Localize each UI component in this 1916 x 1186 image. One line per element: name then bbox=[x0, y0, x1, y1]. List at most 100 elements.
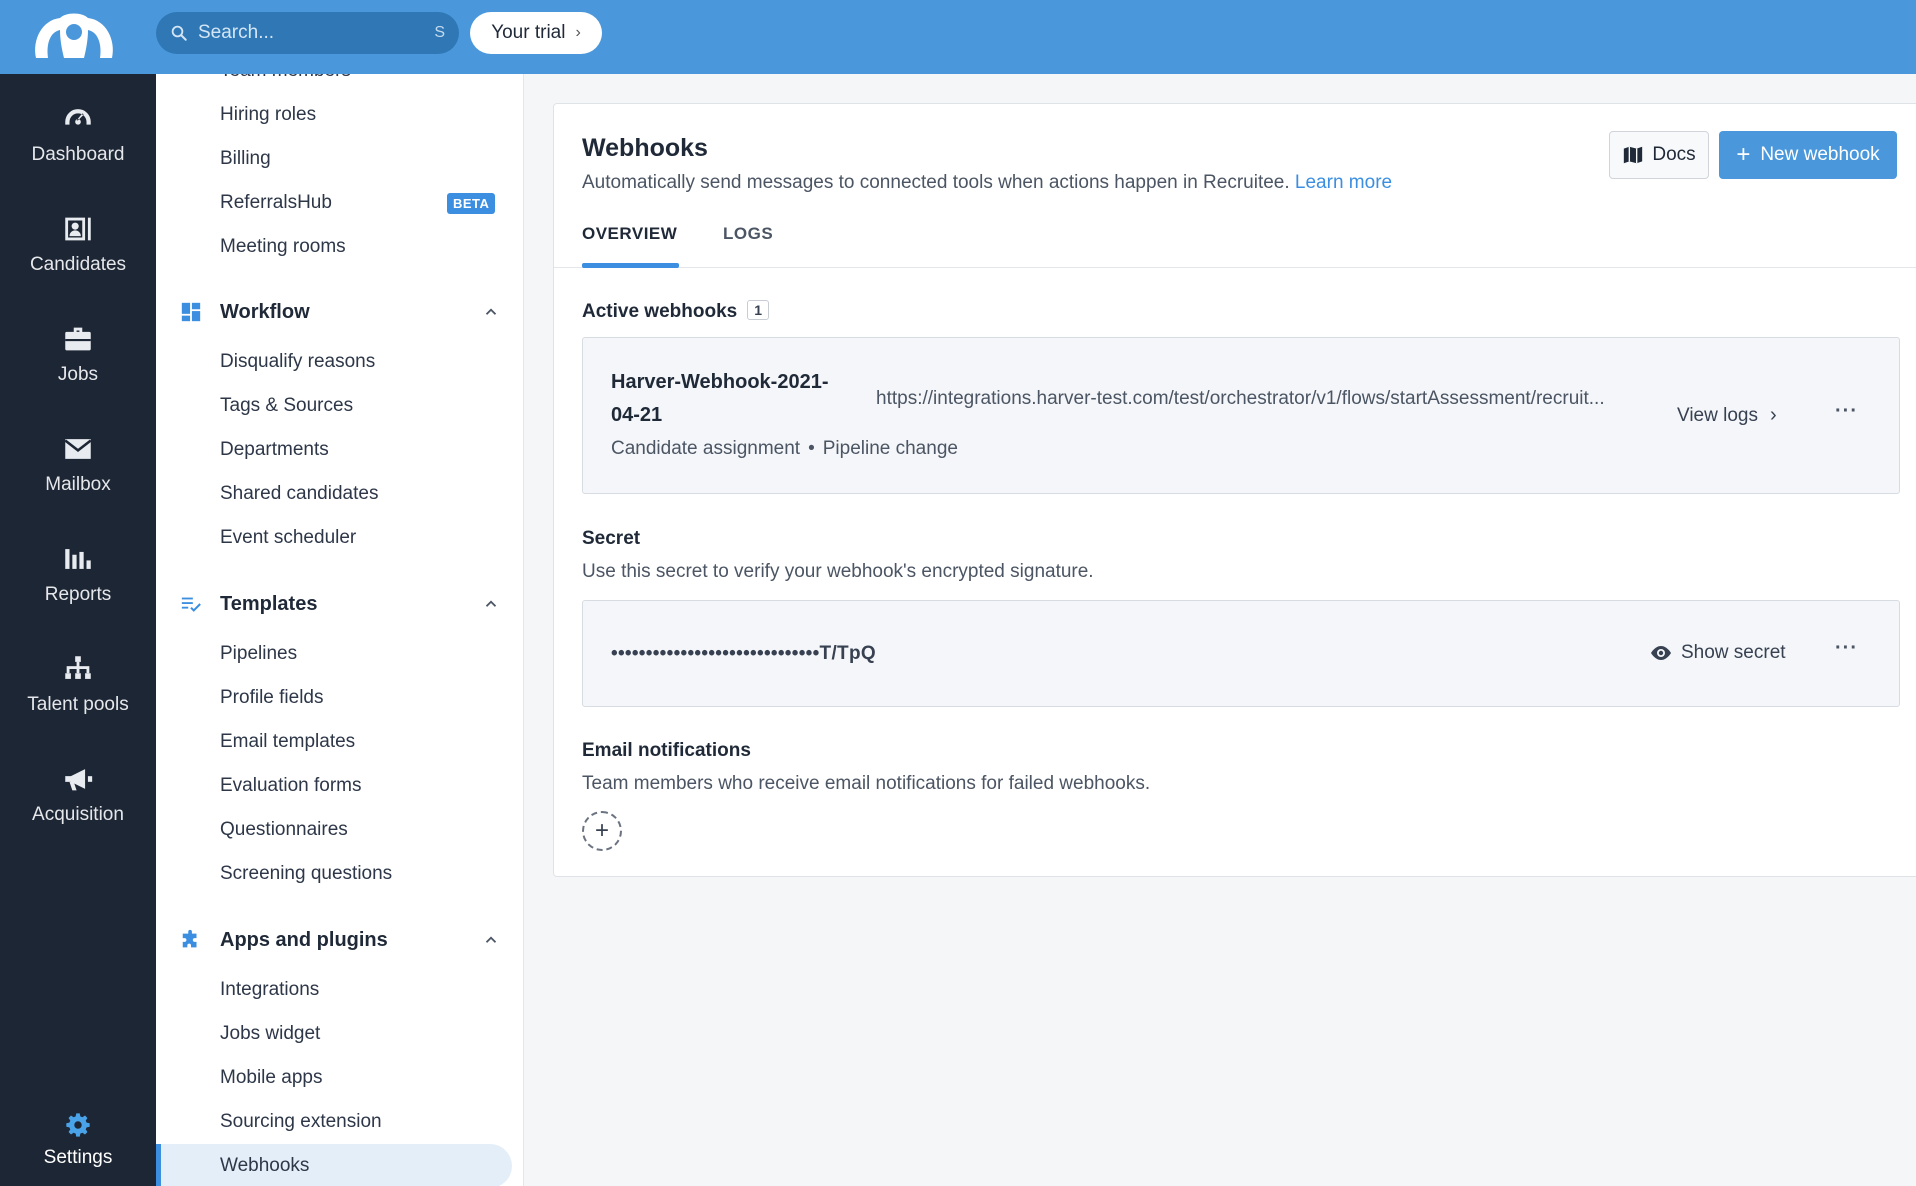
tab-logs[interactable]: LOGS bbox=[723, 224, 773, 244]
envelope-icon bbox=[64, 439, 92, 459]
chevron-up-icon[interactable] bbox=[482, 931, 500, 949]
gauge-icon bbox=[65, 109, 91, 125]
sidebar-item-mobile-apps[interactable]: Mobile apps bbox=[220, 1067, 322, 1089]
sidebar-item-sourcing-extension[interactable]: Sourcing extension bbox=[220, 1111, 382, 1133]
nav-label: Dashboard bbox=[31, 144, 125, 165]
view-logs-link[interactable]: View logs › bbox=[1677, 404, 1777, 427]
view-logs-label: View logs bbox=[1677, 404, 1758, 426]
sidebar-item-evaluation-forms[interactable]: Evaluation forms bbox=[220, 775, 362, 797]
sidebar-active-highlight bbox=[156, 1144, 512, 1186]
sidebar-item-referralshub[interactable]: ReferralsHub bbox=[220, 192, 332, 214]
nav-item-acquisition[interactable]: Acquisition bbox=[0, 744, 156, 844]
nav-item-mailbox[interactable]: Mailbox bbox=[0, 414, 156, 514]
contact-card-icon bbox=[65, 217, 91, 241]
chevron-up-icon[interactable] bbox=[482, 595, 500, 613]
your-trial-label: Your trial bbox=[491, 22, 566, 43]
sidebar-item-email-templates[interactable]: Email templates bbox=[220, 731, 355, 753]
bar-chart-icon bbox=[65, 549, 91, 569]
learn-more-link[interactable]: Learn more bbox=[1295, 172, 1392, 193]
sidebar-section-apps-plugins[interactable]: Apps and plugins bbox=[180, 925, 500, 955]
nav-label: Reports bbox=[44, 584, 112, 605]
gear-icon bbox=[66, 1113, 90, 1137]
sidebar-item-departments[interactable]: Departments bbox=[220, 439, 329, 461]
sidebar-item-pipelines[interactable]: Pipelines bbox=[220, 643, 297, 665]
sidebar-item-tags-sources[interactable]: Tags & Sources bbox=[220, 395, 353, 417]
page-title: Webhooks bbox=[582, 134, 708, 162]
sidebar-section-templates[interactable]: Templates bbox=[180, 589, 500, 619]
nav-item-settings[interactable]: Settings bbox=[0, 1090, 156, 1186]
sidebar-item-meeting-rooms[interactable]: Meeting rooms bbox=[220, 236, 346, 258]
webhooks-panel: Webhooks Automatically send messages to … bbox=[553, 103, 1916, 877]
active-webhooks-title: Active webhooks bbox=[582, 301, 738, 322]
webhook-url: https://integrations.harver-test.com/tes… bbox=[876, 388, 1605, 409]
page-subtitle: Automatically send messages to connected… bbox=[582, 172, 1392, 194]
book-map-icon bbox=[1624, 146, 1643, 164]
tab-bar: OVERVIEW LOGS bbox=[554, 216, 1916, 268]
nav-item-dashboard[interactable]: Dashboard bbox=[0, 84, 156, 184]
webhook-name: Harver-Webhook-2021-04-21 bbox=[611, 371, 829, 426]
sidebar-item-billing[interactable]: Billing bbox=[220, 148, 271, 170]
sidebar-item-disqualify-reasons[interactable]: Disqualify reasons bbox=[220, 351, 375, 373]
search-box[interactable]: Search... S bbox=[156, 12, 459, 54]
puzzle-piece-icon bbox=[182, 929, 197, 948]
chevron-right-icon: › bbox=[1769, 404, 1777, 426]
megaphone-icon bbox=[65, 769, 93, 791]
org-chart-icon bbox=[65, 656, 91, 679]
nav-label: Jobs bbox=[57, 364, 99, 385]
docs-button[interactable]: Docs bbox=[1609, 131, 1709, 179]
nav-item-jobs[interactable]: Jobs bbox=[0, 304, 156, 404]
nav-label: Candidates bbox=[29, 254, 127, 275]
email-notifications-heading: Email notifications bbox=[582, 740, 751, 761]
settings-sidebar: Team members Hiring roles Billing Referr… bbox=[156, 74, 524, 1186]
top-bar: Search... S Your trial › bbox=[0, 0, 1916, 74]
recruitee-logo[interactable] bbox=[28, 6, 120, 68]
webhook-event: Candidate assignment bbox=[611, 438, 801, 459]
sidebar-item-hiring-roles[interactable]: Hiring roles bbox=[220, 104, 316, 126]
chevron-up-icon[interactable] bbox=[482, 303, 500, 321]
beta-badge: BETA bbox=[447, 193, 496, 214]
sidebar-item-team-members[interactable]: Team members bbox=[220, 74, 351, 82]
sidebar-item-screening-questions[interactable]: Screening questions bbox=[220, 863, 392, 885]
show-secret-label: Show secret bbox=[1681, 642, 1786, 663]
show-secret-button[interactable]: Show secret bbox=[1649, 641, 1786, 665]
sidebar-item-profile-fields[interactable]: Profile fields bbox=[220, 687, 324, 709]
secret-box: ••••••••••••••••••••••••••••••T/TpQ Show… bbox=[582, 600, 1900, 707]
new-webhook-label: New webhook bbox=[1760, 144, 1880, 165]
secret-description: Use this secret to verify your webhook's… bbox=[582, 561, 1094, 582]
plus-icon: + bbox=[594, 817, 609, 844]
sidebar-item-shared-candidates[interactable]: Shared candidates bbox=[220, 483, 378, 505]
dashboard-tiles-icon bbox=[181, 302, 201, 322]
sidebar-item-integrations[interactable]: Integrations bbox=[220, 979, 319, 1001]
nav-item-talent-pools[interactable]: Talent pools bbox=[0, 634, 156, 734]
new-webhook-button[interactable]: + New webhook bbox=[1719, 131, 1897, 179]
sidebar-item-questionnaires[interactable]: Questionnaires bbox=[220, 819, 348, 841]
sidebar-section-workflow[interactable]: Workflow bbox=[180, 297, 500, 327]
list-check-icon bbox=[181, 597, 201, 612]
nav-label: Acquisition bbox=[32, 804, 124, 825]
secret-more-options-icon[interactable]: ··· bbox=[1835, 637, 1858, 660]
search-input[interactable]: Search... bbox=[198, 22, 434, 44]
nav-label: Talent pools bbox=[27, 694, 129, 715]
sidebar-section-title: Workflow bbox=[220, 300, 310, 323]
subtitle-text: Automatically send messages to connected… bbox=[582, 172, 1290, 193]
tab-overview[interactable]: OVERVIEW bbox=[582, 224, 677, 244]
main-navigation: Dashboard Candidates Jobs Mailbox Report… bbox=[0, 74, 156, 1186]
active-tab-indicator bbox=[582, 263, 679, 268]
sidebar-section-title: Templates bbox=[220, 592, 318, 615]
webhook-more-options-icon[interactable]: ··· bbox=[1835, 400, 1858, 423]
eye-icon bbox=[1651, 646, 1671, 660]
email-notifications-description: Team members who receive email notificat… bbox=[582, 773, 1151, 794]
nav-item-candidates[interactable]: Candidates bbox=[0, 194, 156, 294]
your-trial-button[interactable]: Your trial › bbox=[470, 12, 602, 54]
nav-item-reports[interactable]: Reports bbox=[0, 524, 156, 624]
plus-icon: + bbox=[1736, 141, 1751, 168]
sidebar-section-title: Apps and plugins bbox=[220, 928, 388, 951]
sidebar-item-event-scheduler[interactable]: Event scheduler bbox=[220, 527, 356, 549]
sidebar-item-jobs-widget[interactable]: Jobs widget bbox=[220, 1023, 320, 1045]
sidebar-item-webhooks[interactable]: Webhooks bbox=[220, 1155, 309, 1177]
webhook-events: Candidate assignment • Pipeline change bbox=[611, 438, 958, 460]
active-webhooks-count: 1 bbox=[747, 300, 770, 320]
webhook-row[interactable]: Harver-Webhook-2021-04-21 https://integr… bbox=[582, 337, 1900, 494]
add-team-member-button[interactable]: + bbox=[582, 811, 622, 851]
secret-heading: Secret bbox=[582, 528, 641, 549]
